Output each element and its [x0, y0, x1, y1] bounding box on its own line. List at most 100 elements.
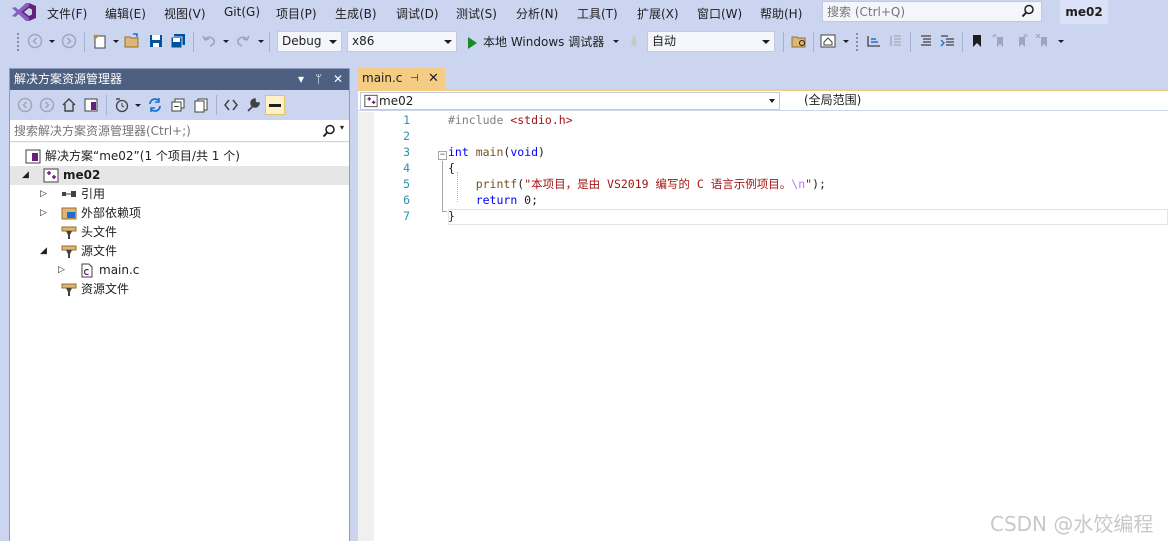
- step-into-icon[interactable]: [866, 33, 882, 49]
- tree-item-project[interactable]: ◢ me02: [10, 166, 349, 185]
- collapsed-triangle-icon[interactable]: ▷: [40, 185, 47, 204]
- code-text: return 0;: [448, 192, 538, 208]
- menu-project[interactable]: 项目(P): [276, 5, 317, 22]
- back-icon[interactable]: [17, 97, 33, 113]
- uncomment-lines-icon[interactable]: [940, 33, 956, 49]
- run-target-dropdown[interactable]: [613, 40, 619, 43]
- collapsed-triangle-icon[interactable]: ▷: [40, 204, 47, 223]
- new-item-icon[interactable]: [92, 33, 108, 49]
- code-line[interactable]: 5 printf("本项目，是由 VS2019 编写的 C 语言示例项目。\n"…: [358, 176, 1168, 192]
- clear-bookmarks-icon[interactable]: [1035, 33, 1051, 49]
- step-over-icon[interactable]: [888, 33, 904, 49]
- toolbar-separator: [193, 32, 194, 52]
- code-line[interactable]: 1 #include <stdio.h>: [358, 112, 1168, 128]
- bookmark-icon[interactable]: [969, 33, 985, 49]
- view-code-icon[interactable]: [223, 97, 239, 113]
- solution-dropdown[interactable]: [843, 40, 849, 43]
- solution-explorer-search-input[interactable]: [10, 120, 310, 141]
- next-bookmark-icon[interactable]: [1013, 33, 1029, 49]
- code-token: }: [448, 209, 455, 223]
- close-icon[interactable]: ✕: [333, 69, 343, 90]
- launch-mode-select[interactable]: 自动: [647, 31, 775, 52]
- menu-extensions[interactable]: 扩展(X): [637, 5, 679, 22]
- solution-home-icon[interactable]: [820, 33, 836, 49]
- code-area[interactable]: − 1 #include <stdio.h> 2 3 int main(void) 4{5…: [358, 112, 1168, 541]
- menu-view[interactable]: 视图(V): [164, 5, 206, 22]
- menu-build[interactable]: 生成(B): [335, 5, 377, 22]
- scope-navigation-dropdown[interactable]: (全局范围): [788, 92, 1168, 110]
- pin-icon[interactable]: ᛘ: [315, 69, 322, 90]
- hot-reload-icon[interactable]: [626, 33, 642, 49]
- search-icon[interactable]: [1021, 4, 1035, 18]
- toolbar-separator: [962, 32, 963, 52]
- toolbar-grip[interactable]: [16, 32, 20, 52]
- tree-item-references[interactable]: ▷ 引用: [10, 185, 349, 204]
- window-position-dropdown-icon[interactable]: ▾: [298, 69, 304, 90]
- open-folder-icon[interactable]: [124, 33, 140, 49]
- new-item-dropdown[interactable]: [113, 40, 119, 43]
- switch-views-icon[interactable]: [83, 97, 99, 113]
- menu-debug[interactable]: 调试(D): [396, 5, 439, 22]
- menu-help[interactable]: 帮助(H): [760, 5, 802, 22]
- show-all-files-icon[interactable]: [193, 97, 209, 113]
- save-all-icon[interactable]: [170, 33, 186, 49]
- pending-changes-filter-icon[interactable]: [114, 97, 130, 113]
- toolbar-options-dropdown[interactable]: [1058, 40, 1064, 43]
- undo-icon[interactable]: [201, 33, 217, 49]
- tree-item-resource-files[interactable]: 资源文件: [10, 280, 349, 299]
- menu-test[interactable]: 测试(S): [456, 5, 497, 22]
- previous-bookmark-icon[interactable]: [991, 33, 1007, 49]
- start-debugging-button[interactable]: 本地 Windows 调试器: [468, 33, 604, 51]
- menu-tools[interactable]: 工具(T): [577, 5, 618, 22]
- save-icon[interactable]: [148, 33, 164, 49]
- navigate-back-dropdown[interactable]: [49, 40, 55, 43]
- search-options-chevron-icon[interactable]: ▾: [340, 123, 344, 132]
- redo-dropdown[interactable]: [258, 40, 264, 43]
- close-tab-icon[interactable]: ✕: [428, 68, 439, 89]
- code-line[interactable]: 4{: [358, 160, 1168, 176]
- navigate-forward-icon[interactable]: [61, 33, 77, 49]
- toolbar-grip[interactable]: [855, 32, 859, 52]
- code-line[interactable]: 6 return 0;: [358, 192, 1168, 208]
- expanded-triangle-icon[interactable]: ◢: [22, 166, 29, 185]
- tree-item-header-files[interactable]: 头文件: [10, 223, 349, 242]
- expanded-triangle-icon[interactable]: ◢: [40, 242, 47, 261]
- undo-dropdown[interactable]: [223, 40, 229, 43]
- sync-icon[interactable]: [147, 97, 163, 113]
- pin-tab-icon[interactable]: ⊣: [410, 68, 419, 89]
- collapsed-triangle-icon[interactable]: ▷: [58, 261, 65, 280]
- home-icon[interactable]: [61, 97, 77, 113]
- filter-dropdown[interactable]: [135, 104, 141, 107]
- search-icon[interactable]: [322, 124, 336, 138]
- code-text: {: [448, 160, 455, 176]
- code-line[interactable]: 7}: [358, 208, 1168, 224]
- toolbar-separator: [813, 32, 814, 52]
- code-line[interactable]: 2: [358, 128, 1168, 144]
- comment-lines-icon[interactable]: [918, 33, 934, 49]
- find-in-files-icon[interactable]: [791, 33, 807, 49]
- solution-platform-select[interactable]: x86: [347, 31, 457, 52]
- menu-window[interactable]: 窗口(W): [697, 5, 742, 22]
- navigate-back-icon[interactable]: [27, 33, 43, 49]
- properties-wrench-icon[interactable]: [245, 97, 261, 113]
- forward-icon[interactable]: [39, 97, 55, 113]
- tree-item-solution[interactable]: 解决方案“me02”(1 个项目/共 1 个): [10, 147, 349, 166]
- redo-icon[interactable]: [235, 33, 251, 49]
- menu-file[interactable]: 文件(F): [47, 5, 87, 22]
- global-search-box[interactable]: [822, 1, 1042, 22]
- solution-explorer-search[interactable]: ▾: [10, 120, 349, 142]
- global-search-input[interactable]: [823, 2, 1013, 21]
- menu-git[interactable]: Git(G): [224, 5, 260, 19]
- collapse-all-icon[interactable]: [170, 97, 186, 113]
- tab-main-c[interactable]: main.c ⊣ ✕: [358, 68, 445, 89]
- tree-item-source-files[interactable]: ◢ 源文件: [10, 242, 349, 261]
- preview-selected-items-icon[interactable]: [265, 95, 285, 115]
- tree-item-main-c[interactable]: ▷ main.c: [10, 261, 349, 280]
- solution-configuration-select[interactable]: Debug: [277, 31, 342, 52]
- code-line[interactable]: 3 int main(void): [358, 144, 1168, 160]
- solution-name-badge[interactable]: me02: [1060, 0, 1108, 24]
- menu-analyze[interactable]: 分析(N): [516, 5, 558, 22]
- menu-edit[interactable]: 编辑(E): [105, 5, 146, 22]
- tree-item-external-dependencies[interactable]: ▷ 外部依赖项: [10, 204, 349, 223]
- project-navigation-dropdown[interactable]: me02: [360, 92, 780, 110]
